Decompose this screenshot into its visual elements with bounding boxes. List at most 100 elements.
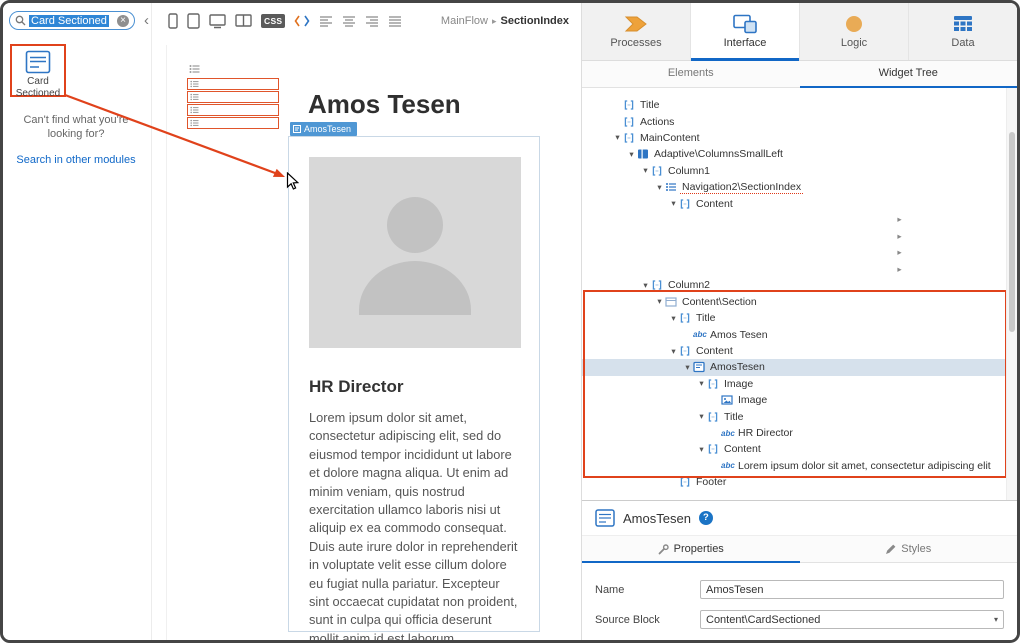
props-tab-label: Properties (674, 543, 724, 555)
tree-item-title[interactable]: Title (582, 97, 1007, 113)
subtab-elements[interactable]: Elements (582, 61, 800, 87)
search-other-modules-link[interactable]: Search in other modules (11, 153, 141, 167)
tree-item-navigation2-sectionindexitem[interactable]: ▸Navigation2\SectionIndexItem (582, 228, 1007, 244)
tree-item-label: AmosTesen (708, 361, 767, 373)
tree-item-content[interactable]: ▾Content (582, 441, 1007, 457)
breadcrumb-screen[interactable]: SectionIndex (501, 15, 569, 27)
toolbox-item-card-sectioned[interactable]: Card Sectioned (10, 44, 66, 97)
tab-interface[interactable]: Interface (690, 3, 799, 60)
tree-item-adaptive-columnssmallleft[interactable]: ▾Adaptive\ColumnsSmallLeft (582, 146, 1007, 162)
phone-preview-icon[interactable] (168, 13, 178, 29)
card-body-text[interactable]: Lorem ipsum dolor sit amet, consectetur … (309, 409, 523, 643)
tree-scrollbar[interactable] (1006, 88, 1017, 500)
collapse-arrow-icon[interactable]: ▾ (654, 296, 665, 307)
tree-item-label: Title (638, 99, 661, 111)
desktop-preview-icon[interactable] (209, 13, 226, 29)
collapse-arrow-icon[interactable]: ▾ (696, 411, 707, 422)
tree-item-column1[interactable]: ▾Column1 (582, 163, 1007, 179)
tree-item-maincontent[interactable]: ▾MainContent (582, 130, 1007, 146)
css-button[interactable]: CSS (261, 14, 285, 28)
source-block-select[interactable]: Content\CardSectioned▾ (700, 610, 1004, 629)
tree-item-label: Title (722, 411, 745, 423)
collapse-arrow-icon[interactable]: ▾ (682, 362, 693, 373)
collapse-toolbox-icon[interactable]: ‹ (144, 11, 149, 30)
props-tab-styles[interactable]: Styles (800, 536, 1018, 562)
tree-scrollbar-thumb[interactable] (1009, 132, 1015, 332)
brackets-icon (623, 132, 638, 144)
tree-item-navigation2-sectionindexitem[interactable]: ▸Navigation2\SectionIndexItem (582, 261, 1007, 277)
tree-item-navigation2-sectionindexitem[interactable]: ▸Navigation2\SectionIndexItem (582, 245, 1007, 261)
tree-item-navigation2-sectionindexitem[interactable]: ▸Navigation2\SectionIndexItem (582, 212, 1007, 228)
badge-label: AmosTesen (304, 124, 351, 134)
tree-item-actions[interactable]: Actions (582, 113, 1007, 129)
code-compare-icon[interactable] (294, 14, 310, 28)
tree-item-label: HR Director (736, 427, 795, 439)
processes-icon (623, 14, 649, 34)
expand-arrow-icon[interactable]: ▸ (682, 231, 1007, 242)
abc-icon: abc (693, 330, 708, 339)
tree-item-hr-director[interactable]: abcHR Director (582, 425, 1007, 441)
collapse-arrow-icon[interactable]: ▾ (654, 182, 665, 193)
section-index-item-preview[interactable] (187, 91, 279, 103)
tablet-preview-icon[interactable] (187, 13, 200, 29)
align-left-list-icon[interactable] (319, 15, 333, 27)
tab-logic[interactable]: Logic (799, 3, 908, 60)
tree-item-footer[interactable]: Footer (582, 474, 1007, 490)
card-sectioned-widget[interactable]: HR Director Lorem ipsum dolor sit amet, … (288, 136, 540, 632)
tree-item-content[interactable]: ▾ Content (582, 195, 1007, 211)
top-tabs: ProcessesInterfaceLogicData (582, 3, 1017, 61)
expand-arrow-icon[interactable]: ▸ (682, 264, 1007, 275)
tree-item-title[interactable]: ▾Title (582, 310, 1007, 326)
side-by-side-preview-icon[interactable] (235, 13, 252, 29)
collapse-arrow-icon[interactable]: ▾ (626, 149, 637, 160)
tree-item-label: Content (694, 198, 735, 210)
widget-search-input[interactable]: Card Sectioned × (9, 11, 135, 30)
collapse-arrow-icon[interactable]: ▾ (696, 378, 707, 389)
collapse-arrow-icon[interactable]: ▾ (640, 280, 651, 291)
tab-data[interactable]: Data (908, 3, 1017, 60)
name-input[interactable] (700, 580, 1004, 599)
collapse-arrow-icon[interactable]: ▾ (668, 313, 679, 324)
card-subtitle[interactable]: HR Director (309, 377, 403, 397)
tree-item-navigation2-sectionindex[interactable]: ▾Navigation2\SectionIndex (582, 179, 1007, 195)
tree-item-content[interactable]: ▾ Content (582, 343, 1007, 359)
align-right-list-icon[interactable] (365, 15, 379, 27)
expand-arrow-icon[interactable]: ▸ (682, 214, 1007, 225)
properties-header: AmosTesen ? (582, 501, 1017, 535)
section-index-widget-preview[interactable] (187, 78, 279, 130)
tree-item-column2[interactable]: ▾Column2 (582, 277, 1007, 293)
collapse-arrow-icon[interactable]: ▾ (612, 132, 623, 143)
abc-icon: abc (721, 429, 736, 438)
collapse-arrow-icon[interactable]: ▾ (668, 346, 679, 357)
tree-item-amos-tesen[interactable]: abcAmos Tesen (582, 326, 1007, 342)
tab-processes[interactable]: Processes (582, 3, 690, 60)
expand-arrow-icon[interactable]: ▸ (682, 247, 1007, 258)
section-index-item-preview[interactable] (187, 104, 279, 116)
breadcrumb-flow[interactable]: MainFlow (441, 15, 488, 27)
chevron-down-icon: ▾ (994, 615, 998, 624)
props-tab-properties[interactable]: Properties (582, 536, 800, 562)
subtab-widget-tree[interactable]: Widget Tree (800, 61, 1018, 87)
brackets-icon (651, 279, 666, 291)
section-index-item-preview[interactable] (187, 117, 279, 129)
tree-item-lorem-ipsum-dolor-sit-amet-consectetur-a[interactable]: abcLorem ipsum dolor sit amet, consectet… (582, 458, 1007, 474)
canvas-title[interactable]: Amos Tesen (308, 89, 461, 120)
collapse-arrow-icon[interactable]: ▾ (668, 198, 679, 209)
help-icon[interactable]: ? (699, 511, 713, 525)
tree-item-image[interactable]: ▾Image (582, 376, 1007, 392)
tree-item-amostesen[interactable]: ▾ AmosTesen (582, 359, 1007, 375)
align-center-list-icon[interactable] (342, 15, 356, 27)
tree-item-title[interactable]: ▾ Title (582, 408, 1007, 424)
section-icon (665, 296, 680, 308)
section-index-item-preview[interactable] (187, 78, 279, 90)
clear-search-icon[interactable]: × (117, 15, 129, 27)
tree-item-label: Content (694, 345, 735, 357)
image-placeholder[interactable] (309, 157, 521, 348)
align-justify-list-icon[interactable] (388, 15, 402, 27)
tree-item-content-section[interactable]: ▾Content\Section (582, 294, 1007, 310)
properties-form: NameSource BlockContent\CardSectioned▾ (582, 569, 1017, 640)
collapse-arrow-icon[interactable]: ▾ (640, 165, 651, 176)
tree-item-image[interactable]: Image (582, 392, 1007, 408)
cardw-icon (693, 361, 708, 373)
collapse-arrow-icon[interactable]: ▾ (696, 444, 707, 455)
